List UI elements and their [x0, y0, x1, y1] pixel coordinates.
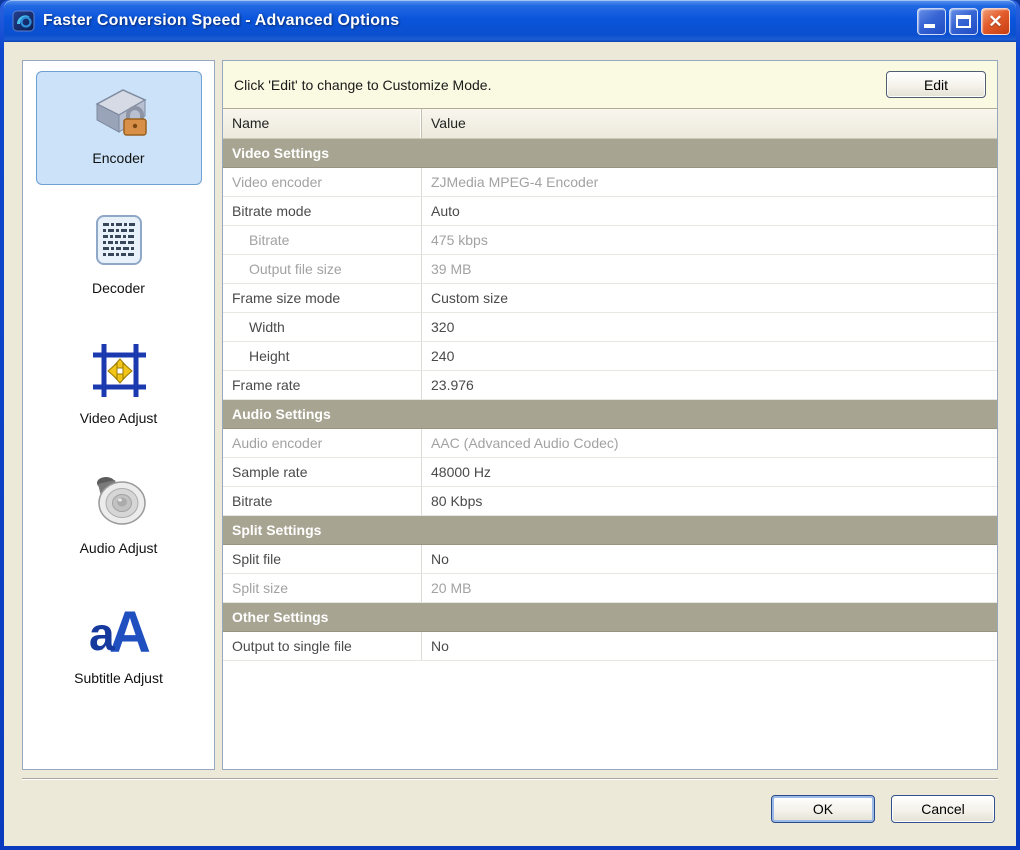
encoder-lock-icon — [87, 78, 151, 142]
section-header: Video Settings — [223, 139, 997, 168]
maximize-icon — [956, 15, 971, 28]
settings-panel: Click 'Edit' to change to Customize Mode… — [222, 60, 998, 770]
window-controls: ✕ — [917, 8, 1010, 35]
setting-name: Frame size mode — [223, 284, 421, 312]
dialog-client-area: Encoder — [4, 42, 1016, 846]
setting-row: Frame size modeCustom size — [223, 284, 997, 313]
setting-row: Video encoderZJMedia MPEG-4 Encoder — [223, 168, 997, 197]
maximize-button[interactable] — [949, 8, 978, 35]
sidebar-item-label: Decoder — [92, 280, 145, 296]
dialog-window: Faster Conversion Speed - Advanced Optio… — [0, 0, 1020, 850]
setting-name: Bitrate mode — [223, 197, 421, 225]
setting-name: Audio encoder — [223, 429, 421, 457]
title-bar[interactable]: Faster Conversion Speed - Advanced Optio… — [4, 0, 1016, 42]
setting-name: Height — [223, 342, 421, 370]
setting-row: Bitrate80 Kbps — [223, 487, 997, 516]
setting-row: Bitrate475 kbps — [223, 226, 997, 255]
sidebar-item-label: Subtitle Adjust — [74, 670, 163, 686]
sidebar: Encoder — [22, 60, 215, 770]
window-title: Faster Conversion Speed - Advanced Optio… — [43, 12, 917, 30]
setting-value: 48000 Hz — [421, 458, 997, 486]
setting-name: Video encoder — [223, 168, 421, 196]
setting-row: Output to single fileNo — [223, 632, 997, 661]
sidebar-item-subtitle-adjust[interactable]: A a Subtitle Adjust — [36, 591, 202, 705]
setting-value: ZJMedia MPEG-4 Encoder — [421, 168, 997, 196]
app-icon — [12, 9, 36, 33]
setting-value: No — [421, 632, 997, 660]
setting-name: Output file size — [223, 255, 421, 283]
setting-value: 80 Kbps — [421, 487, 997, 515]
speaker-icon — [87, 468, 151, 532]
setting-row: Width320 — [223, 313, 997, 342]
info-message: Click 'Edit' to change to Customize Mode… — [234, 77, 876, 93]
sidebar-item-label: Audio Adjust — [80, 540, 158, 556]
edit-button[interactable]: Edit — [886, 71, 986, 98]
setting-name: Frame rate — [223, 371, 421, 399]
sidebar-item-label: Encoder — [92, 150, 144, 166]
table-header: Name Value — [223, 109, 997, 139]
minimize-button[interactable] — [917, 8, 946, 35]
setting-name: Sample rate — [223, 458, 421, 486]
cancel-button[interactable]: Cancel — [891, 795, 995, 823]
setting-value: 475 kbps — [421, 226, 997, 254]
column-header-value[interactable]: Value — [421, 109, 997, 138]
setting-row: Split size20 MB — [223, 574, 997, 603]
setting-name: Split size — [223, 574, 421, 602]
setting-row: Output file size39 MB — [223, 255, 997, 284]
section-header: Other Settings — [223, 603, 997, 632]
setting-value: AAC (Advanced Audio Codec) — [421, 429, 997, 457]
setting-row: Height240 — [223, 342, 997, 371]
setting-row: Split fileNo — [223, 545, 997, 574]
section-header: Split Settings — [223, 516, 997, 545]
setting-value: 240 — [421, 342, 997, 370]
sidebar-item-encoder[interactable]: Encoder — [36, 71, 202, 185]
setting-row: Sample rate48000 Hz — [223, 458, 997, 487]
decoder-icon — [87, 208, 151, 272]
footer: OK Cancel — [771, 795, 995, 823]
setting-value: 320 — [421, 313, 997, 341]
close-icon: ✕ — [988, 12, 1002, 31]
settings-table-body: Video SettingsVideo encoderZJMedia MPEG-… — [223, 139, 997, 769]
setting-name: Split file — [223, 545, 421, 573]
minimize-icon — [924, 24, 935, 28]
setting-value: No — [421, 545, 997, 573]
setting-value: 39 MB — [421, 255, 997, 283]
svg-text:A: A — [109, 600, 151, 662]
video-crop-icon — [87, 338, 151, 402]
setting-name: Bitrate — [223, 487, 421, 515]
setting-row: Bitrate modeAuto — [223, 197, 997, 226]
sidebar-item-label: Video Adjust — [80, 410, 158, 426]
setting-value: Auto — [421, 197, 997, 225]
sidebar-item-video-adjust[interactable]: Video Adjust — [36, 331, 202, 445]
setting-value: Custom size — [421, 284, 997, 312]
setting-value: 23.976 — [421, 371, 997, 399]
setting-name: Bitrate — [223, 226, 421, 254]
close-button[interactable]: ✕ — [981, 8, 1010, 35]
sidebar-item-audio-adjust[interactable]: Audio Adjust — [36, 461, 202, 575]
column-header-name[interactable]: Name — [223, 109, 421, 138]
setting-row: Audio encoderAAC (Advanced Audio Codec) — [223, 429, 997, 458]
footer-divider — [22, 778, 998, 780]
setting-name: Width — [223, 313, 421, 341]
setting-row: Frame rate23.976 — [223, 371, 997, 400]
subtitle-aA-icon: A a — [87, 598, 151, 662]
info-bar: Click 'Edit' to change to Customize Mode… — [223, 61, 997, 109]
ok-button[interactable]: OK — [771, 795, 875, 823]
sidebar-item-decoder[interactable]: Decoder — [36, 201, 202, 315]
setting-name: Output to single file — [223, 632, 421, 660]
section-header: Audio Settings — [223, 400, 997, 429]
setting-value: 20 MB — [421, 574, 997, 602]
svg-text:a: a — [89, 608, 115, 660]
